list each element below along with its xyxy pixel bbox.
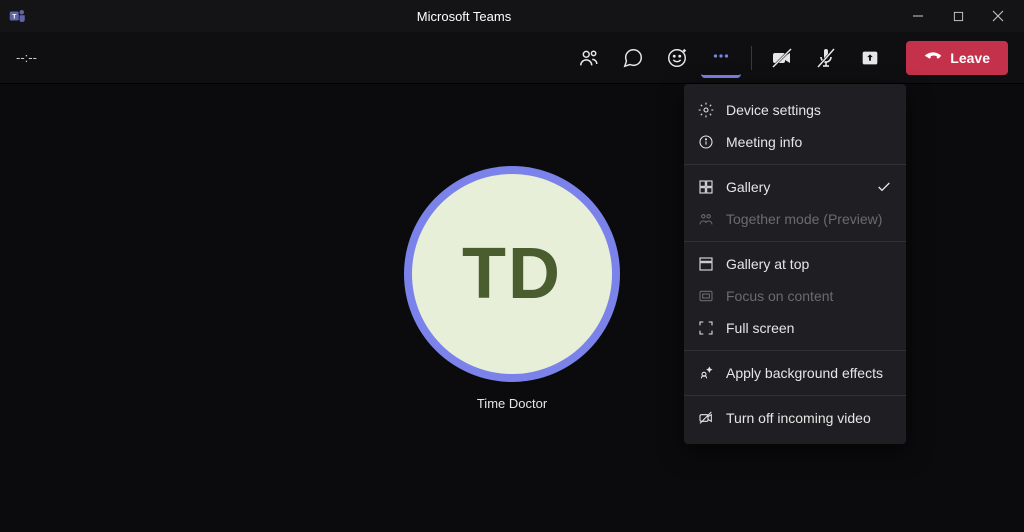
share-button[interactable] bbox=[850, 38, 890, 78]
menu-full-screen[interactable]: Full screen bbox=[684, 312, 906, 344]
menu-meeting-info[interactable]: Meeting info bbox=[684, 126, 906, 158]
maximize-button[interactable] bbox=[948, 6, 968, 26]
gear-icon bbox=[698, 102, 714, 118]
mic-button[interactable] bbox=[806, 38, 846, 78]
more-actions-button[interactable] bbox=[701, 38, 741, 78]
call-toolbar: --:-- bbox=[0, 32, 1024, 84]
more-actions-menu: Device settings Meeting info Gallery Tog… bbox=[684, 84, 906, 444]
participant-name: Time Doctor bbox=[477, 396, 547, 411]
menu-gallery[interactable]: Gallery bbox=[684, 171, 906, 203]
gallery-icon bbox=[698, 179, 714, 195]
menu-apply-bg-effects[interactable]: Apply background effects bbox=[684, 357, 906, 389]
menu-focus-on-content: Focus on content bbox=[684, 280, 906, 312]
reactions-button[interactable] bbox=[657, 38, 697, 78]
together-mode-icon bbox=[698, 211, 714, 227]
participant-avatar: TD bbox=[404, 166, 620, 382]
focus-icon bbox=[698, 288, 714, 304]
window-title: Microsoft Teams bbox=[28, 9, 900, 24]
info-icon bbox=[698, 134, 714, 150]
camera-button[interactable] bbox=[762, 38, 802, 78]
menu-gallery-at-top[interactable]: Gallery at top bbox=[684, 248, 906, 280]
menu-together-mode: Together mode (Preview) bbox=[684, 203, 906, 235]
window-controls bbox=[900, 6, 1016, 26]
gallery-top-icon bbox=[698, 256, 714, 272]
participants-button[interactable] bbox=[569, 38, 609, 78]
avatar-initials: TD bbox=[412, 174, 612, 374]
leave-button[interactable]: Leave bbox=[906, 41, 1008, 75]
hangup-icon bbox=[924, 49, 942, 67]
fullscreen-icon bbox=[698, 320, 714, 336]
menu-turn-off-incoming-video[interactable]: Turn off incoming video bbox=[684, 402, 906, 434]
leave-label: Leave bbox=[950, 50, 990, 66]
minimize-button[interactable] bbox=[908, 6, 928, 26]
call-timer: --:-- bbox=[16, 50, 76, 65]
title-bar: T Microsoft Teams bbox=[0, 0, 1024, 32]
sparkle-icon bbox=[698, 365, 714, 381]
chat-button[interactable] bbox=[613, 38, 653, 78]
menu-device-settings[interactable]: Device settings bbox=[684, 94, 906, 126]
video-off-icon bbox=[698, 410, 714, 426]
check-icon bbox=[876, 179, 892, 195]
toolbar-divider bbox=[751, 46, 752, 70]
teams-app-icon: T bbox=[8, 6, 28, 26]
close-button[interactable] bbox=[988, 6, 1008, 26]
